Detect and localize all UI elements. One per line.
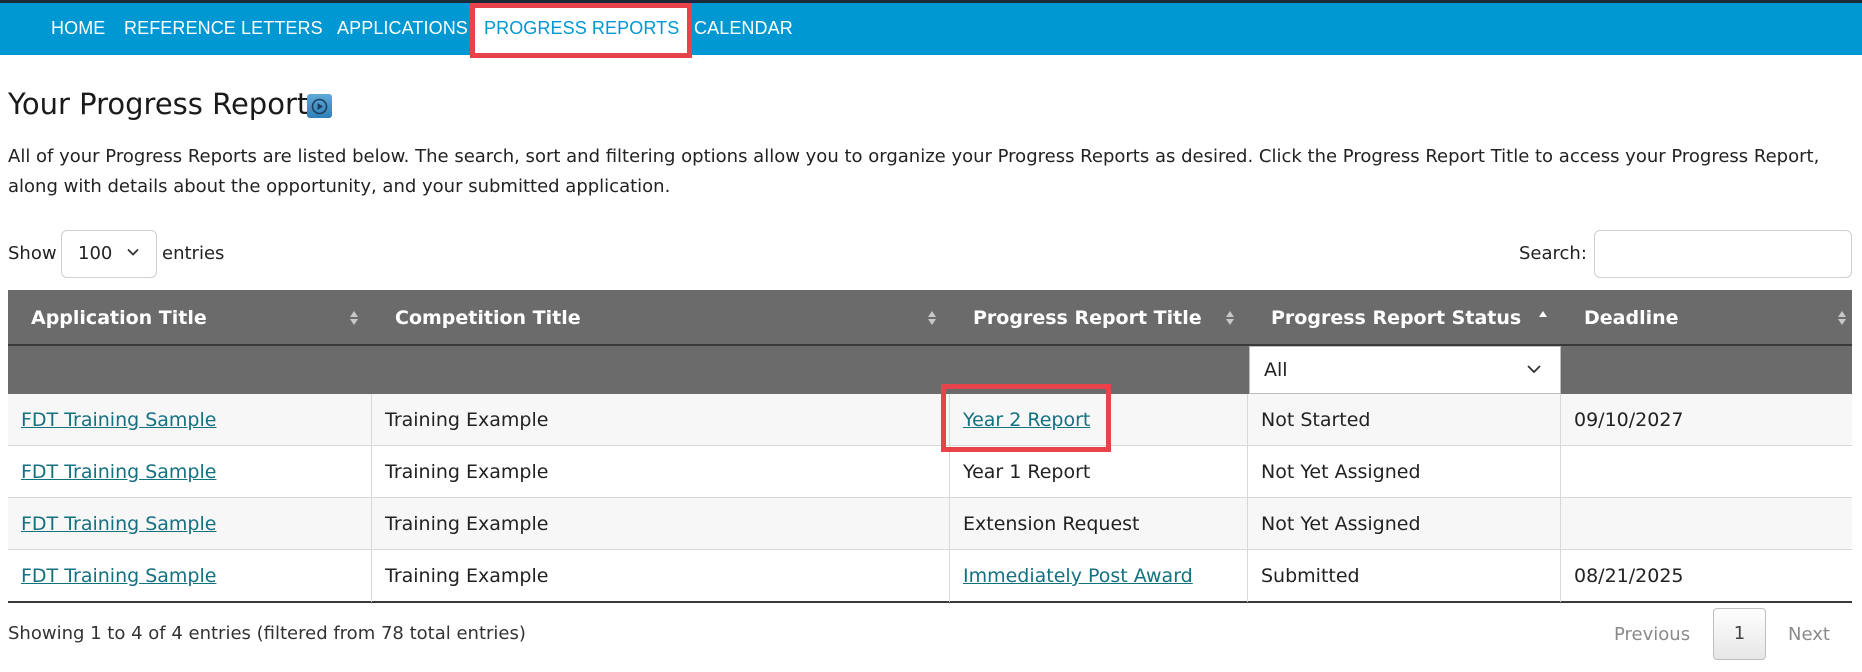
nav-progress-reports[interactable]: PROGRESS REPORTS bbox=[484, 18, 679, 39]
pagination-page-1[interactable]: 1 bbox=[1713, 608, 1766, 660]
cell-progress-report-status: Not Yet Assigned bbox=[1248, 498, 1561, 550]
cell-progress-report-title: Year 1 Report bbox=[950, 446, 1248, 498]
header-deadline[interactable]: Deadline bbox=[1561, 290, 1852, 346]
chevron-down-icon bbox=[127, 248, 139, 256]
header-progress-report-status[interactable]: Progress Report Status bbox=[1248, 290, 1561, 346]
cell-application-title: FDT Training Sample bbox=[8, 446, 372, 498]
status-filter-select[interactable]: All bbox=[1249, 346, 1561, 394]
table-header-row: Application Title Competition Title Prog… bbox=[8, 290, 1852, 346]
nav-reference-letters[interactable]: REFERENCE LETTERS bbox=[124, 18, 323, 39]
progress-report-title-link[interactable]: Year 2 Report bbox=[963, 409, 1090, 431]
page-title: Your Progress Report bbox=[8, 87, 309, 121]
cell-progress-report-status: Not Yet Assigned bbox=[1248, 446, 1561, 498]
cell-application-title: FDT Training Sample bbox=[8, 498, 372, 550]
search-input[interactable] bbox=[1594, 230, 1852, 278]
sort-icon bbox=[350, 311, 358, 325]
table-row: FDT Training Sample Training Example Yea… bbox=[8, 446, 1852, 498]
sort-ascending-icon bbox=[1539, 311, 1547, 317]
table-row: FDT Training Sample Training Example Yea… bbox=[8, 394, 1852, 446]
entries-label: entries bbox=[162, 243, 225, 264]
intro-text: All of your Progress Reports are listed … bbox=[8, 146, 1820, 197]
header-label: Application Title bbox=[31, 307, 207, 329]
cell-deadline: 09/10/2027 bbox=[1574, 409, 1684, 431]
cell-competition-title: Training Example bbox=[372, 498, 950, 550]
pagination-previous[interactable]: Previous bbox=[1614, 624, 1690, 645]
header-label: Progress Report Status bbox=[1271, 307, 1522, 329]
chevron-down-icon bbox=[1527, 365, 1541, 374]
cell-progress-report-title: Immediately Post Award bbox=[950, 550, 1248, 602]
nav-home[interactable]: HOME bbox=[51, 18, 105, 39]
header-label: Deadline bbox=[1584, 307, 1679, 329]
header-label: Progress Report Title bbox=[973, 307, 1202, 329]
application-title-link[interactable]: FDT Training Sample bbox=[21, 409, 216, 431]
cell-competition-title: Training Example bbox=[372, 446, 950, 498]
cell-deadline bbox=[1561, 446, 1852, 498]
cell-application-title: FDT Training Sample bbox=[8, 550, 372, 602]
application-title-link[interactable]: FDT Training Sample bbox=[21, 565, 216, 587]
table-row: FDT Training Sample Training Example Ext… bbox=[8, 498, 1852, 550]
search-label: Search: bbox=[1519, 243, 1587, 264]
nav-calendar[interactable]: CALENDAR bbox=[694, 18, 793, 39]
pagination-next[interactable]: Next bbox=[1788, 624, 1830, 645]
entries-per-page-select[interactable]: 100 bbox=[61, 230, 157, 278]
cell-competition-title: Training Example bbox=[372, 550, 950, 602]
cell-progress-report-title: Extension Request bbox=[950, 498, 1248, 550]
progress-report-title-link[interactable]: Immediately Post Award bbox=[963, 565, 1193, 587]
cell-application-title: FDT Training Sample bbox=[8, 394, 372, 446]
cell-progress-report-status: Submitted bbox=[1248, 550, 1561, 602]
cell-progress-report-status: Not Started bbox=[1248, 394, 1561, 446]
application-title-link[interactable]: FDT Training Sample bbox=[21, 513, 216, 535]
table-info-text: Showing 1 to 4 of 4 entries (filtered fr… bbox=[8, 623, 526, 644]
sort-icon bbox=[1226, 311, 1234, 325]
video-play-icon[interactable] bbox=[307, 94, 332, 118]
cell-deadline bbox=[1561, 498, 1852, 550]
cell-progress-report-title: Year 2 Report bbox=[950, 394, 1248, 446]
table-row: FDT Training Sample Training Example Imm… bbox=[8, 550, 1852, 603]
header-progress-report-title[interactable]: Progress Report Title bbox=[950, 290, 1248, 346]
top-navbar: HOME REFERENCE LETTERS APPLICATIONS PROG… bbox=[0, 0, 1862, 58]
nav-applications[interactable]: APPLICATIONS bbox=[337, 18, 468, 39]
cell-competition-title: Training Example bbox=[372, 394, 950, 446]
cell-deadline: 08/21/2025 bbox=[1574, 565, 1684, 587]
table-filter-row bbox=[8, 346, 1852, 394]
status-filter-value: All bbox=[1264, 359, 1288, 381]
header-application-title[interactable]: Application Title bbox=[8, 290, 372, 346]
sort-icon bbox=[928, 311, 936, 325]
sort-icon bbox=[1838, 311, 1846, 325]
header-competition-title[interactable]: Competition Title bbox=[372, 290, 950, 346]
header-label: Competition Title bbox=[395, 307, 581, 329]
show-label: Show bbox=[8, 243, 57, 264]
entries-select-value: 100 bbox=[78, 243, 113, 264]
application-title-link[interactable]: FDT Training Sample bbox=[21, 461, 216, 483]
